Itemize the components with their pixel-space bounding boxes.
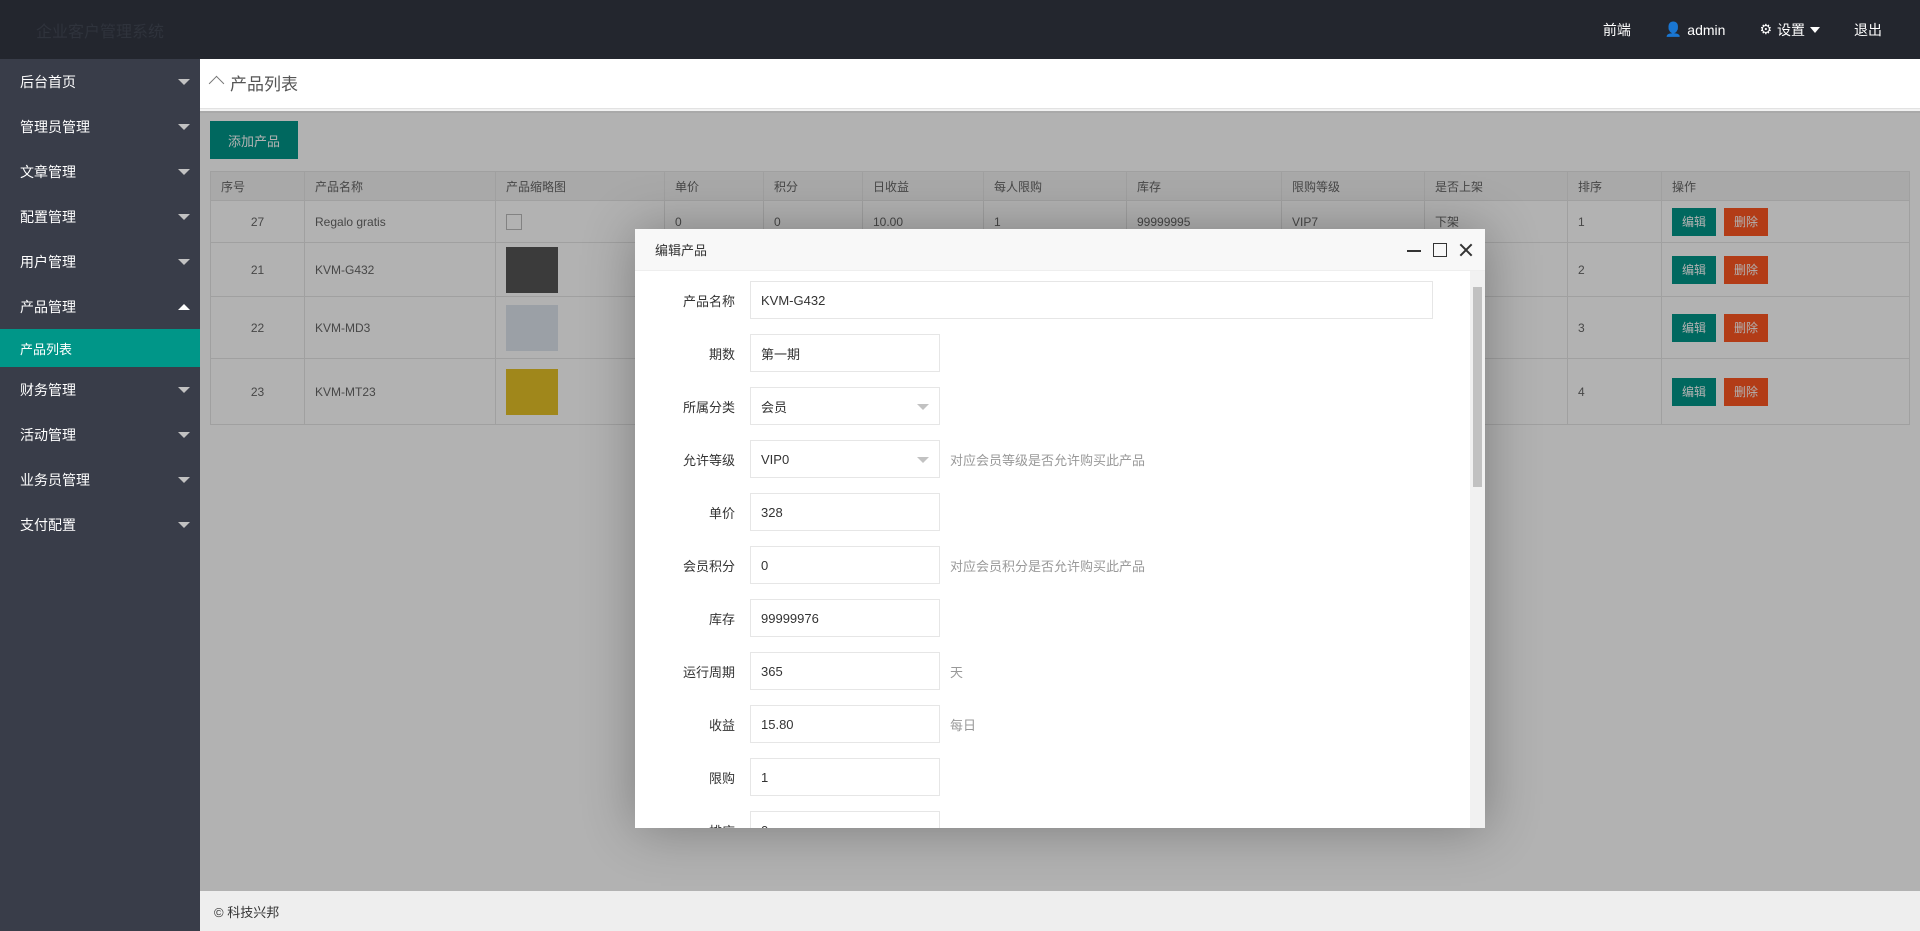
sidebar-item-articles[interactable]: 文章管理	[0, 149, 200, 194]
form-row-points: 会员积分 0 对应会员积分是否允许购买此产品	[635, 546, 1145, 584]
tab-bar: 产品列表	[200, 59, 1920, 109]
home-icon	[210, 76, 224, 89]
points-hint: 对应会员积分是否允许购买此产品	[950, 558, 1146, 574]
settings-label: 设置	[1777, 21, 1805, 38]
chevron-up-icon	[178, 303, 190, 310]
chevron-down-icon	[917, 404, 929, 410]
top-nav: 前端 👤 admin ⚙ 设置 退出	[1603, 0, 1882, 59]
form-row-name: 产品名称 KVM-G432	[635, 281, 1433, 319]
level-hint: 对应会员等级是否允许购买此产品	[950, 452, 1146, 468]
sidebar-item-payment[interactable]: 支付配置	[0, 502, 200, 547]
sidebar-item-home[interactable]: 后台首页	[0, 59, 200, 104]
settings-menu[interactable]: ⚙ 设置	[1759, 20, 1820, 40]
chevron-down-icon	[178, 476, 190, 483]
footer: © 科技兴邦	[200, 891, 1920, 931]
chevron-down-icon	[178, 386, 190, 393]
chevron-down-icon	[178, 521, 190, 528]
form-row-limit: 限购 1	[635, 758, 940, 796]
chevron-down-icon	[1810, 26, 1820, 33]
form-row-income: 收益 15.80 每日	[635, 705, 976, 743]
close-icon[interactable]	[1459, 243, 1473, 257]
sidebar-item-finance[interactable]: 财务管理	[0, 367, 200, 412]
gear-icon: ⚙	[1759, 21, 1772, 37]
sidebar-item-activities[interactable]: 活动管理	[0, 412, 200, 457]
form-row-level: 允许等级 VIP0 对应会员等级是否允许购买此产品	[635, 440, 1145, 478]
user-menu[interactable]: 👤 admin	[1665, 21, 1726, 38]
form-row-category: 所属分类 会员	[635, 387, 940, 425]
cycle-input[interactable]: 365	[750, 652, 940, 690]
sidebar: 后台首页 管理员管理 文章管理 配置管理 用户管理 产品管理 产品列表 财务管理…	[0, 59, 200, 931]
category-select[interactable]: 会员	[750, 387, 940, 425]
minimize-icon[interactable]	[1407, 243, 1421, 257]
tab-label: 产品列表	[230, 74, 298, 94]
chevron-down-icon	[178, 258, 190, 265]
logout-link[interactable]: 退出	[1854, 20, 1882, 40]
logout-label: 退出	[1854, 21, 1882, 38]
user-icon: 👤	[1664, 21, 1683, 37]
income-hint: 每日	[950, 717, 977, 733]
front-link[interactable]: 前端	[1603, 20, 1631, 40]
chevron-down-icon	[178, 431, 190, 438]
top-bar: 企业客户管理系统 前端 👤 admin ⚙ 设置 退出	[0, 0, 1920, 59]
chevron-down-icon	[178, 123, 190, 130]
scrollbar-thumb[interactable]	[1473, 287, 1482, 487]
level-select[interactable]: VIP0	[750, 440, 940, 478]
chevron-down-icon	[178, 168, 190, 175]
user-name: admin	[1687, 21, 1726, 38]
sidebar-item-products[interactable]: 产品管理	[0, 284, 200, 329]
form-row-sort: 排序 0	[635, 811, 940, 828]
product-name-input[interactable]: KVM-G432	[750, 281, 1433, 319]
tab-product-list[interactable]: 产品列表	[200, 59, 308, 105]
dialog-scrollbar[interactable]	[1470, 271, 1485, 828]
form-row-stock: 库存 99999976	[635, 599, 940, 637]
dialog-header: 编辑产品	[635, 229, 1485, 271]
sidebar-item-admins[interactable]: 管理员管理	[0, 104, 200, 149]
points-input[interactable]: 0	[750, 546, 940, 584]
form-row-price: 单价 328	[635, 493, 940, 531]
maximize-icon[interactable]	[1433, 242, 1447, 257]
brand-title: 企业客户管理系统	[36, 24, 165, 41]
chevron-down-icon	[178, 213, 190, 220]
chevron-down-icon	[178, 78, 190, 85]
edit-product-dialog: 编辑产品 产品名称 KVM-G432 期数 第一期 所属分类 会员 允许等级 V…	[635, 229, 1485, 828]
income-input[interactable]: 15.80	[750, 705, 940, 743]
form-row-cycle: 运行周期 365 天	[635, 652, 963, 690]
sidebar-item-users[interactable]: 用户管理	[0, 239, 200, 284]
sidebar-subitem-product-list[interactable]: 产品列表	[0, 329, 200, 367]
sidebar-item-salesmen[interactable]: 业务员管理	[0, 457, 200, 502]
stock-input[interactable]: 99999976	[750, 599, 940, 637]
dialog-title: 编辑产品	[655, 243, 708, 258]
front-link-label: 前端	[1602, 21, 1631, 38]
period-input[interactable]: 第一期	[750, 334, 940, 372]
dialog-tools	[1407, 242, 1473, 257]
sidebar-item-config[interactable]: 配置管理	[0, 194, 200, 239]
dialog-body: 产品名称 KVM-G432 期数 第一期 所属分类 会员 允许等级 VIP0 对…	[635, 271, 1470, 828]
sort-input[interactable]: 0	[750, 811, 940, 828]
chevron-down-icon	[917, 457, 929, 463]
cycle-hint: 天	[950, 664, 964, 680]
limit-input[interactable]: 1	[750, 758, 940, 796]
price-input[interactable]: 328	[750, 493, 940, 531]
form-row-period: 期数 第一期	[635, 334, 940, 372]
